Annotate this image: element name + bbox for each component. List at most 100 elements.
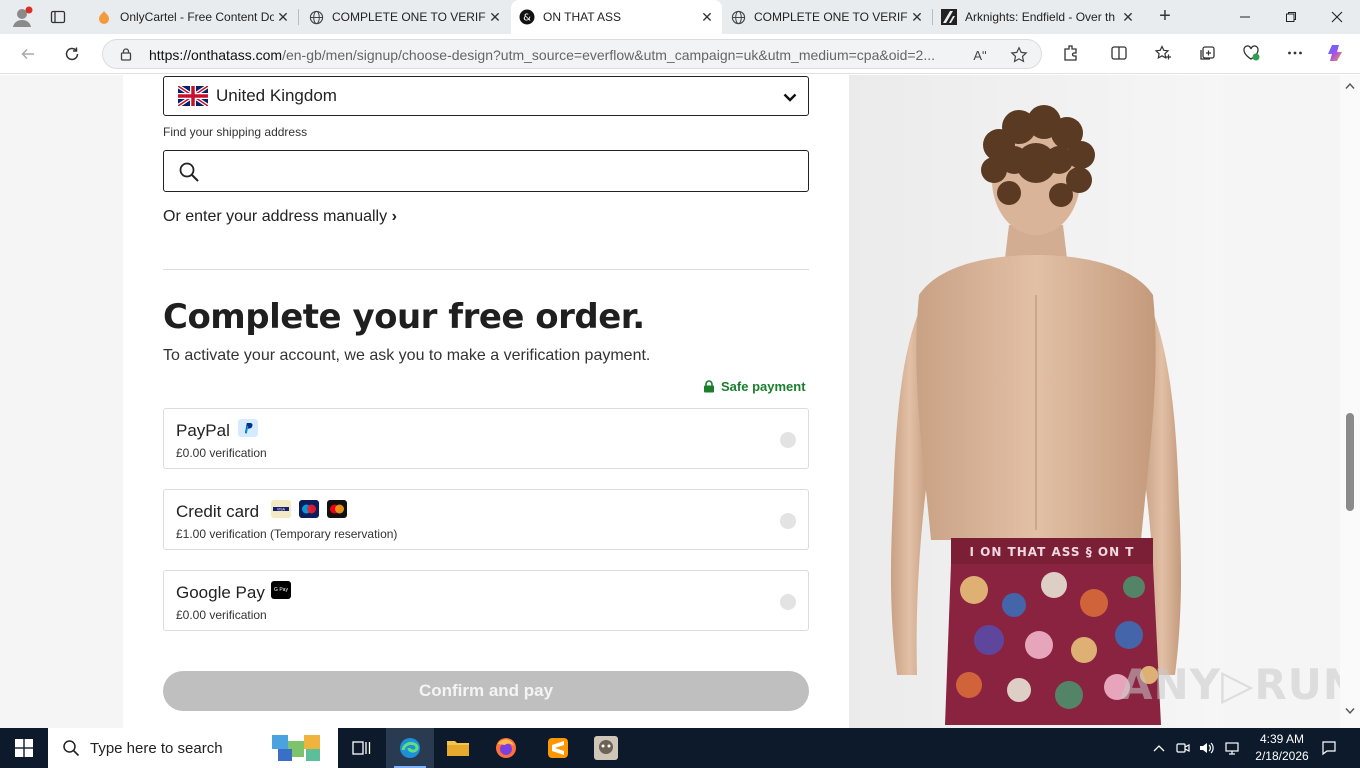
card-badges: VISA bbox=[271, 500, 347, 518]
onlycartel-favicon-icon bbox=[96, 9, 112, 25]
tab-title: COMPLETE ONE TO VERIFY bbox=[332, 10, 486, 24]
radio-button[interactable] bbox=[780, 513, 796, 529]
network-icon[interactable] bbox=[1222, 728, 1242, 768]
windows-start-icon[interactable] bbox=[0, 728, 48, 768]
meet-now-icon[interactable] bbox=[1174, 728, 1192, 768]
firefox-icon[interactable] bbox=[482, 728, 530, 768]
mastercard-icon bbox=[327, 500, 347, 518]
gpay-badge-label: G Pay bbox=[274, 587, 288, 593]
payment-option-google-pay[interactable]: Google Pay G Pay £0.00 verification bbox=[163, 570, 809, 631]
favorite-star-icon[interactable] bbox=[1008, 44, 1030, 66]
show-hidden-icons-chevron-icon[interactable] bbox=[1150, 728, 1168, 768]
address-search-input[interactable] bbox=[212, 159, 792, 183]
collections-icon[interactable] bbox=[1196, 42, 1218, 64]
confirm-and-pay-button[interactable]: Confirm and pay bbox=[163, 671, 809, 711]
split-screen-icon[interactable] bbox=[1108, 42, 1130, 64]
read-aloud-icon[interactable]: Aʺ bbox=[969, 44, 991, 66]
sublime-icon[interactable] bbox=[534, 728, 582, 768]
svg-text:VISA: VISA bbox=[277, 508, 286, 512]
globe-icon bbox=[730, 9, 746, 25]
payment-option-paypal[interactable]: PayPal £0.00 verification bbox=[163, 408, 809, 469]
search-icon bbox=[179, 162, 199, 182]
shipping-address-label: Find your shipping address bbox=[163, 125, 308, 139]
address-search-field[interactable] bbox=[163, 150, 809, 192]
scrollbar-thumb[interactable] bbox=[1346, 413, 1354, 511]
close-window-button[interactable] bbox=[1314, 0, 1360, 34]
payment-option-name: Google Pay bbox=[176, 583, 265, 602]
game-app-icon[interactable] bbox=[582, 728, 630, 768]
paypal-badge bbox=[238, 419, 258, 437]
paypal-icon bbox=[238, 419, 258, 437]
page-subtitle: To activate your account, we ask you to … bbox=[163, 347, 651, 364]
vertical-scrollbar[interactable] bbox=[1340, 75, 1360, 728]
refresh-icon[interactable] bbox=[60, 42, 84, 66]
radio-button[interactable] bbox=[780, 594, 796, 610]
country-value: United Kingdom bbox=[216, 86, 337, 105]
payment-option-description: £0.00 verification bbox=[176, 608, 267, 622]
back-arrow-icon[interactable] bbox=[16, 42, 40, 66]
scroll-down-arrow-icon[interactable] bbox=[1345, 707, 1355, 715]
country-select[interactable]: United Kingdom bbox=[163, 76, 809, 116]
payment-option-description: £1.00 verification (Temporary reservatio… bbox=[176, 527, 398, 541]
profile-avatar-icon[interactable] bbox=[10, 5, 34, 29]
taskbar-clock[interactable]: 4:39 AM 2/18/2026 bbox=[1252, 731, 1312, 765]
more-options-icon[interactable] bbox=[1284, 42, 1306, 64]
copilot-icon[interactable] bbox=[1326, 42, 1348, 64]
close-icon[interactable]: ✕ bbox=[274, 8, 292, 26]
chevron-right-icon: › bbox=[391, 208, 397, 225]
tab-divider bbox=[298, 9, 299, 25]
search-highlight-puzzle-icon bbox=[272, 735, 320, 761]
close-icon[interactable]: ✕ bbox=[698, 8, 716, 26]
enter-address-manually-link[interactable]: Or enter your address manually › bbox=[163, 208, 397, 226]
tab-complete-verify-2[interactable]: COMPLETE ONE TO VERIFY ✕ bbox=[722, 0, 932, 34]
scroll-up-arrow-icon[interactable] bbox=[1345, 82, 1355, 90]
favorites-icon[interactable] bbox=[1152, 42, 1174, 64]
extensions-icon[interactable] bbox=[1060, 42, 1082, 64]
tab-onlycartel[interactable]: OnlyCartel - Free Content Do ✕ bbox=[88, 0, 298, 34]
page-left-margin bbox=[0, 75, 123, 728]
tab-actions-icon[interactable] bbox=[50, 9, 66, 25]
close-icon[interactable]: ✕ bbox=[1119, 8, 1137, 26]
tab-arknights[interactable]: Arknights: Endfield - Over th ✕ bbox=[933, 0, 1143, 34]
anyrun-watermark: ANY▷RUN bbox=[1120, 660, 1359, 709]
close-icon[interactable]: ✕ bbox=[486, 8, 504, 26]
onthatass-favicon-icon: & bbox=[519, 9, 535, 25]
minimize-button[interactable] bbox=[1222, 0, 1268, 34]
volume-icon[interactable] bbox=[1197, 728, 1217, 768]
browser-essentials-icon[interactable] bbox=[1240, 42, 1262, 64]
arknights-favicon-icon bbox=[941, 9, 957, 25]
address-bar[interactable]: https://onthatass.com/en-gb/men/signup/c… bbox=[102, 39, 1042, 69]
payment-option-credit-card[interactable]: Credit card VISA £1.00 verification (Tem… bbox=[163, 489, 809, 550]
google-pay-icon: G Pay bbox=[271, 581, 291, 599]
safe-payment-label: Safe payment bbox=[721, 379, 806, 394]
payment-option-description: £0.00 verification bbox=[176, 446, 267, 460]
close-icon[interactable]: ✕ bbox=[908, 8, 926, 26]
maestro-icon bbox=[299, 500, 319, 518]
taskbar-search-box[interactable]: Type here to search bbox=[48, 728, 338, 768]
new-tab-button[interactable]: + bbox=[1154, 6, 1176, 28]
url-path: /en-gb/men/signup/choose-design?utm_sour… bbox=[282, 47, 936, 63]
page-title: Complete your free order. bbox=[163, 297, 645, 337]
page-right-margin bbox=[1223, 75, 1340, 728]
web-page: United Kingdom Find your shipping addres… bbox=[0, 75, 1340, 728]
tab-complete-verify-1[interactable]: COMPLETE ONE TO VERIFY ✕ bbox=[300, 0, 510, 34]
file-explorer-icon[interactable] bbox=[434, 728, 482, 768]
tab-on-that-ass[interactable]: & ON THAT ASS ✕ bbox=[511, 0, 722, 34]
task-view-icon[interactable] bbox=[338, 728, 386, 768]
tab-title: Arknights: Endfield - Over th bbox=[965, 10, 1116, 24]
restore-button[interactable] bbox=[1268, 0, 1314, 34]
tab-title: OnlyCartel - Free Content Do bbox=[120, 10, 274, 24]
site-info-lock-icon[interactable] bbox=[119, 47, 133, 61]
notifications-icon[interactable] bbox=[1316, 728, 1342, 768]
globe-icon bbox=[308, 9, 324, 25]
browser-tab-strip: OnlyCartel - Free Content Do ✕ COMPLETE … bbox=[0, 0, 1360, 34]
safe-payment-badge: Safe payment bbox=[703, 379, 806, 394]
tab-title: COMPLETE ONE TO VERIFY bbox=[754, 10, 908, 24]
uk-flag-icon bbox=[178, 86, 208, 106]
svg-text:I ON THAT ASS § ON T: I ON THAT ASS § ON T bbox=[969, 545, 1134, 559]
url-text[interactable]: https://onthatass.com/en-gb/men/signup/c… bbox=[149, 47, 959, 63]
padlock-icon bbox=[704, 380, 714, 393]
radio-button[interactable] bbox=[780, 432, 796, 448]
edge-taskbar-icon[interactable] bbox=[386, 728, 434, 768]
gpay-badge: G Pay bbox=[271, 581, 291, 599]
